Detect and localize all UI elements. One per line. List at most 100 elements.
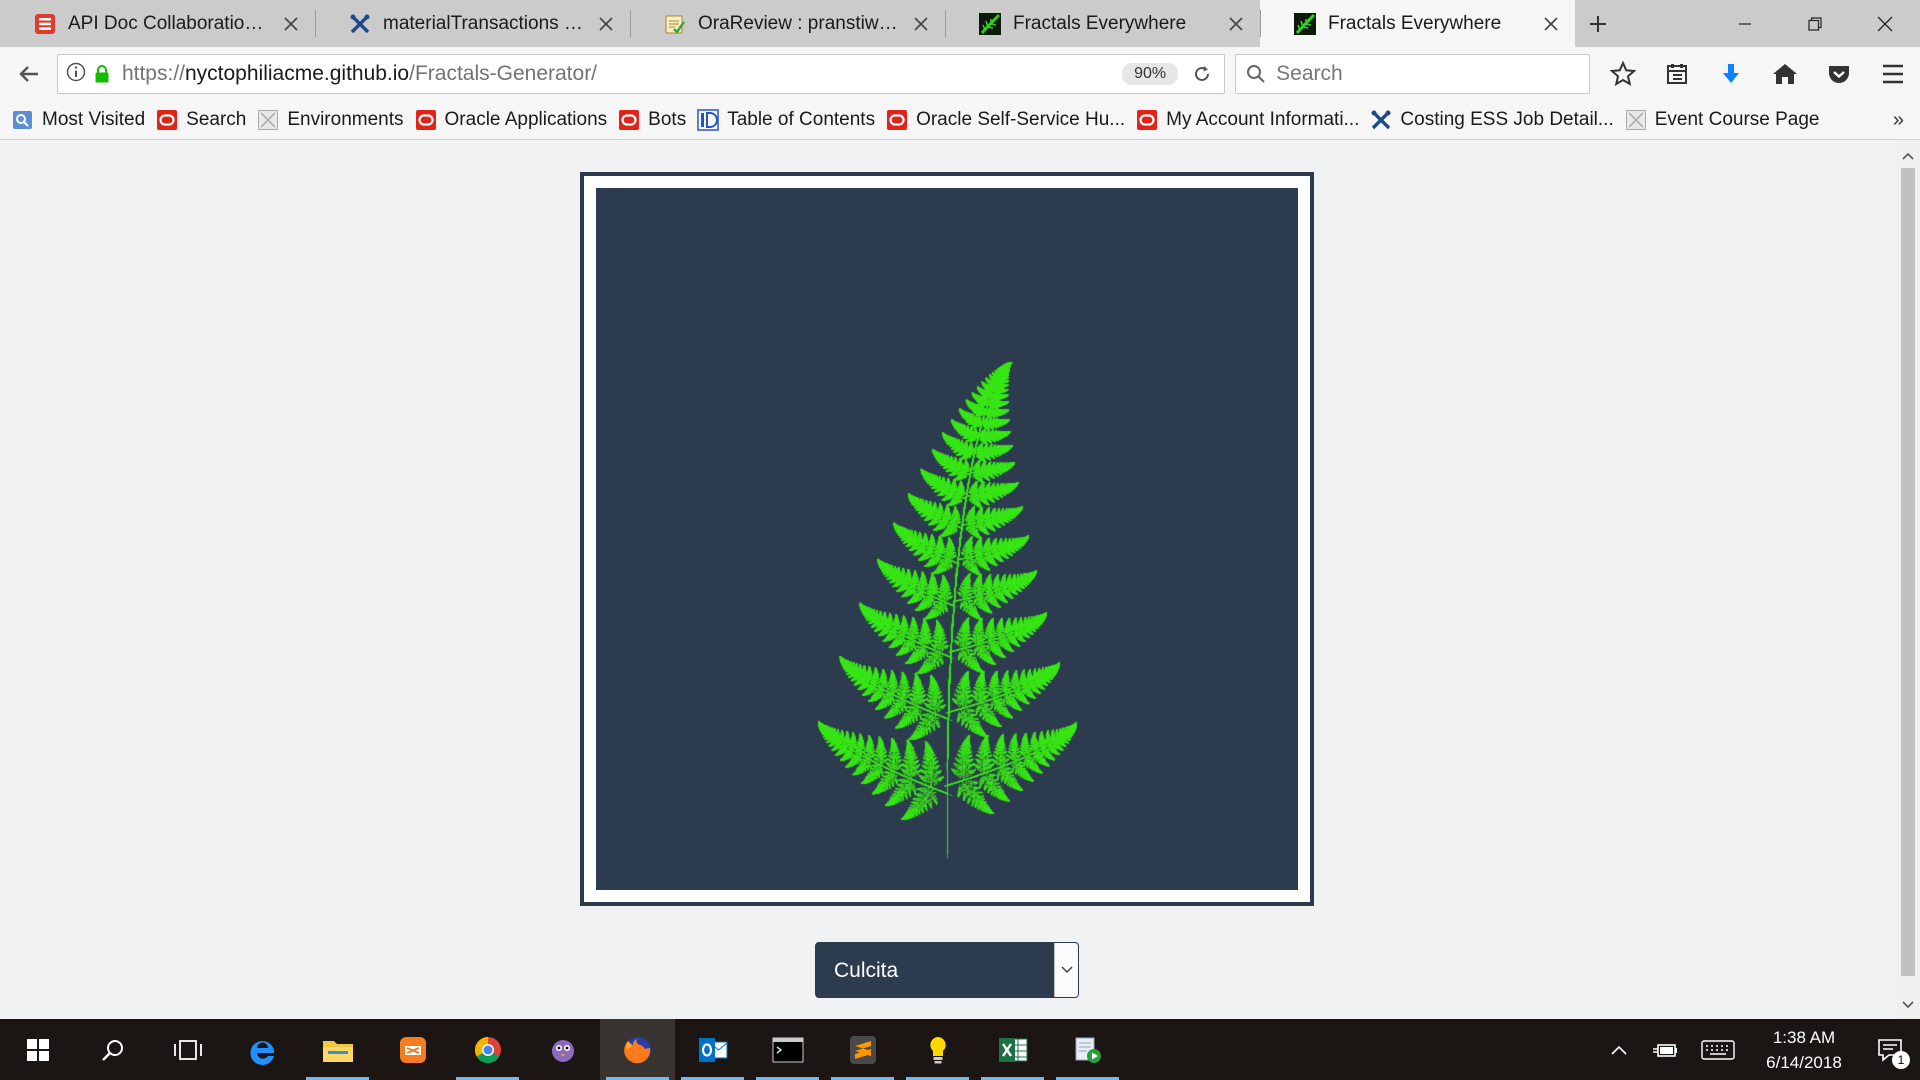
- restore-button[interactable]: [1780, 0, 1850, 47]
- tab-api-doc[interactable]: API Doc Collaboration > L...: [0, 0, 315, 47]
- taskbar-excel[interactable]: [975, 1019, 1050, 1080]
- bookmark-search[interactable]: Search: [156, 109, 246, 131]
- scroll-up-arrow-icon[interactable]: [1896, 144, 1920, 168]
- taskbar-edge[interactable]: [225, 1019, 300, 1080]
- downloads-button[interactable]: [1704, 54, 1758, 94]
- taskbar-snipping-app[interactable]: [375, 1019, 450, 1080]
- taskbar-outlook[interactable]: [675, 1019, 750, 1080]
- bookmark-event-course[interactable]: Event Course Page: [1625, 109, 1820, 131]
- x-tools-icon: [349, 13, 371, 35]
- bookmarks-overflow-button[interactable]: »: [1893, 109, 1904, 132]
- touch-keyboard-button[interactable]: [1688, 1019, 1748, 1080]
- bookmark-oracle-applications[interactable]: Oracle Applications: [415, 109, 608, 131]
- scroll-down-arrow-icon[interactable]: [1896, 993, 1920, 1017]
- oracle-icon: [618, 109, 640, 131]
- bookmark-costing-ess[interactable]: Costing ESS Job Detail...: [1370, 109, 1613, 131]
- bookmark-label: Oracle Applications: [445, 109, 608, 131]
- close-window-button[interactable]: [1850, 0, 1920, 47]
- generic-page-icon: [257, 109, 279, 131]
- oracle-icon: [886, 109, 908, 131]
- pocket-button[interactable]: [1812, 54, 1866, 94]
- id-icon: [697, 109, 719, 131]
- bookmark-oracle-self-service[interactable]: Oracle Self-Service Hu...: [886, 109, 1125, 131]
- oracle-icon: [415, 109, 437, 131]
- tab-strip: API Doc Collaboration > L... materialTra…: [0, 0, 1920, 47]
- bookmark-label: Event Course Page: [1655, 109, 1820, 131]
- minimize-button[interactable]: [1710, 0, 1780, 47]
- most-visited-icon: [12, 109, 34, 131]
- windows-taskbar: 1:38 AM 6/14/2018 1: [0, 1019, 1920, 1080]
- taskbar-chrome[interactable]: [450, 1019, 525, 1080]
- search-bar[interactable]: [1235, 54, 1590, 94]
- taskbar-sublime-text[interactable]: [825, 1019, 900, 1080]
- taskbar-media-app[interactable]: [1050, 1019, 1125, 1080]
- fractal-canvas[interactable]: [596, 188, 1298, 890]
- close-icon[interactable]: [909, 12, 933, 36]
- search-input[interactable]: [1276, 62, 1576, 86]
- firefox-browser-icon: [623, 1035, 653, 1065]
- bookmark-my-account[interactable]: My Account Informati...: [1136, 109, 1359, 131]
- fractal-type-select[interactable]: Culcita: [815, 942, 1079, 998]
- restore-icon: [1808, 17, 1822, 31]
- show-hidden-icons-button[interactable]: [1596, 1019, 1642, 1080]
- bookmark-label: Bots: [648, 109, 686, 131]
- taskbar-pidgin[interactable]: [525, 1019, 600, 1080]
- taskbar-file-explorer[interactable]: [300, 1019, 375, 1080]
- vertical-scrollbar[interactable]: [1896, 140, 1920, 1019]
- bookmark-most-visited[interactable]: Most Visited: [12, 109, 145, 131]
- chevron-down-icon[interactable]: [1054, 943, 1078, 997]
- bookmark-label: Most Visited: [42, 109, 145, 131]
- close-icon[interactable]: [1539, 12, 1563, 36]
- clock-time: 1:38 AM: [1748, 1025, 1860, 1050]
- close-icon[interactable]: [279, 12, 303, 36]
- tab-title: API Doc Collaboration > L...: [68, 13, 273, 35]
- tab-fractals-1[interactable]: Fractals Everywhere: [945, 0, 1260, 47]
- back-button[interactable]: [10, 54, 49, 94]
- close-icon[interactable]: [594, 12, 618, 36]
- bookmark-table-of-contents[interactable]: Table of Contents: [697, 109, 875, 131]
- generic-page-icon: [1625, 109, 1647, 131]
- taskbar-tips-app[interactable]: [900, 1019, 975, 1080]
- outlook-mail-icon: [698, 1036, 728, 1064]
- zoom-level-badge[interactable]: 90%: [1122, 63, 1178, 85]
- menu-button[interactable]: [1866, 54, 1920, 94]
- url-path: /Fractals-Generator/: [409, 62, 597, 85]
- taskbar-clock[interactable]: 1:38 AM 6/14/2018: [1748, 1025, 1860, 1075]
- bookmark-environments[interactable]: Environments: [257, 109, 403, 131]
- url-text[interactable]: https://nyctophiliacme.github.io/Fractal…: [122, 62, 1122, 86]
- library-button[interactable]: [1650, 54, 1704, 94]
- close-icon: [1877, 16, 1893, 32]
- reload-icon[interactable]: [1192, 64, 1212, 84]
- lock-icon[interactable]: [94, 64, 110, 84]
- hamburger-menu-icon: [1881, 63, 1905, 85]
- url-bar[interactable]: https://nyctophiliacme.github.io/Fractal…: [57, 54, 1225, 94]
- bookmark-star-button[interactable]: [1596, 54, 1650, 94]
- tab-orareview[interactable]: OraReview : pranstiw_bug...: [630, 0, 945, 47]
- orange-app-icon: [398, 1035, 428, 1065]
- url-host: nyctophiliacme.github.io: [185, 62, 409, 85]
- tab-fractals-active[interactable]: Fractals Everywhere: [1260, 0, 1575, 47]
- close-icon[interactable]: [1224, 12, 1248, 36]
- fractal-frame: [580, 172, 1314, 906]
- action-center-button[interactable]: 1: [1860, 1019, 1920, 1080]
- bookmark-label: Environments: [287, 109, 403, 131]
- clock-date: 6/14/2018: [1748, 1050, 1860, 1075]
- new-tab-button[interactable]: [1575, 0, 1621, 47]
- pocket-icon: [1827, 62, 1851, 86]
- bookmark-label: Table of Contents: [727, 109, 875, 131]
- info-icon[interactable]: [66, 62, 86, 87]
- plus-icon: [1588, 14, 1608, 34]
- edge-browser-icon: [248, 1035, 278, 1065]
- scroll-thumb[interactable]: [1901, 168, 1915, 976]
- taskbar-firefox[interactable]: [600, 1019, 675, 1080]
- battery-status-button[interactable]: [1642, 1019, 1688, 1080]
- fern-green-icon: [979, 13, 1001, 35]
- start-button[interactable]: [0, 1019, 75, 1080]
- bookmark-bots[interactable]: Bots: [618, 109, 686, 131]
- taskbar-search-button[interactable]: [75, 1019, 150, 1080]
- taskbar-terminal[interactable]: [750, 1019, 825, 1080]
- x-tools-icon: [1370, 109, 1392, 131]
- home-button[interactable]: [1758, 54, 1812, 94]
- tab-material-transactions[interactable]: materialTransactions - Fus...: [315, 0, 630, 47]
- task-view-button[interactable]: [150, 1019, 225, 1080]
